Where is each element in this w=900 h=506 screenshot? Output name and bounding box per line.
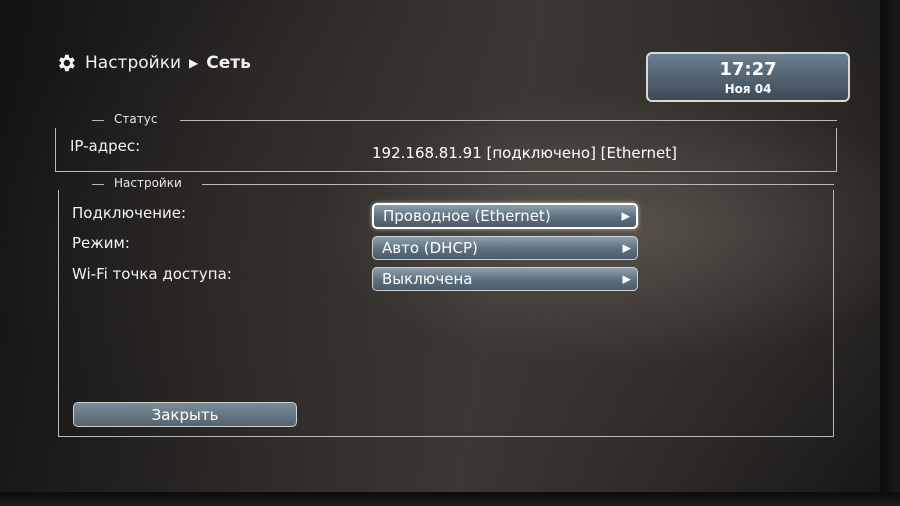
connection-label: Подключение: xyxy=(72,204,187,222)
close-button[interactable]: Закрыть xyxy=(73,402,297,427)
clock-date: Ноя 04 xyxy=(724,82,772,96)
mode-arrow-icon: ▶ xyxy=(622,241,631,255)
ip-address-value: 192.168.81.91 [подключено] [Ethernet] xyxy=(372,144,678,162)
clock-time: 17:27 xyxy=(719,59,777,80)
clock-panel: 17:27 Ноя 04 xyxy=(646,52,850,102)
ip-address-label: IP-адрес: xyxy=(70,137,141,155)
connection-select[interactable]: Проводное (Ethernet) ▶ xyxy=(372,203,638,229)
mode-select[interactable]: Авто (DHCP) ▶ xyxy=(372,236,638,260)
status-legend: Статус xyxy=(114,112,158,126)
wifi-hotspot-value: Выключена xyxy=(382,270,473,288)
status-legend-line-right xyxy=(180,120,837,121)
settings-legend-line-left xyxy=(92,184,104,185)
wifi-hotspot-label: Wi-Fi точка доступа: xyxy=(72,265,232,283)
connection-value: Проводное (Ethernet) xyxy=(383,207,551,225)
breadcrumb-separator-icon: ▶ xyxy=(189,56,199,70)
settings-legend: Настройки xyxy=(114,176,182,190)
mode-value: Авто (DHCP) xyxy=(382,239,478,257)
wifi-hotspot-arrow-icon: ▶ xyxy=(622,272,631,286)
breadcrumb-current: Сеть xyxy=(206,53,251,73)
mode-label: Режим: xyxy=(72,234,130,252)
tv-screen: Настройки ▶ Сеть 17:27 Ноя 04 Статус IP-… xyxy=(0,0,900,506)
wifi-hotspot-select[interactable]: Выключена ▶ xyxy=(372,267,638,291)
tv-bezel-bottom xyxy=(0,492,900,506)
tv-bezel-right xyxy=(880,0,900,506)
breadcrumb-parent: Настройки xyxy=(85,53,182,73)
connection-arrow-icon: ▶ xyxy=(621,209,630,223)
gear-icon xyxy=(59,54,75,72)
settings-legend-line-right xyxy=(202,184,834,185)
status-legend-line-left xyxy=(92,120,104,121)
breadcrumb: Настройки ▶ Сеть xyxy=(55,52,251,74)
